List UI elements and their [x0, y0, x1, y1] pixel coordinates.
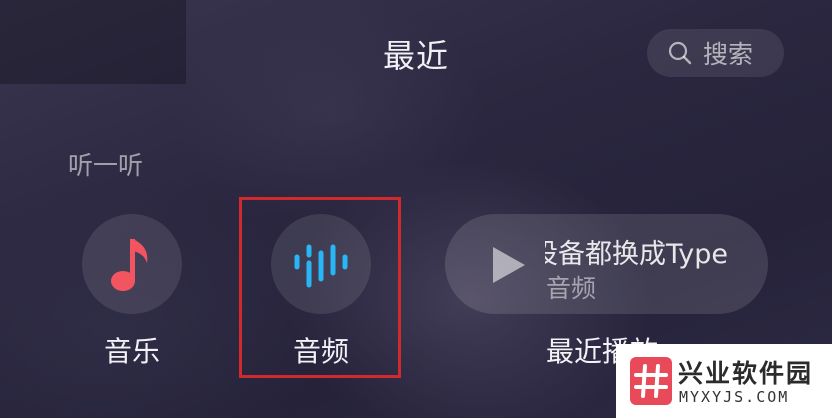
watermark: 兴业软件园 MYXYJS.COM: [616, 344, 832, 418]
brand-url: MYXYJS.COM: [679, 388, 790, 406]
search-button[interactable]: 搜索: [647, 29, 784, 77]
music-label: 音乐: [103, 335, 160, 368]
highlight-box: [239, 197, 401, 378]
search-icon: [668, 41, 692, 65]
recent-track-subtitle: 音频: [546, 274, 597, 303]
recent-track-title: 设备都换成Type: [545, 239, 729, 270]
music-note-icon: [111, 239, 148, 291]
brand-name: 兴业软件园: [678, 359, 814, 388]
brand-logo-icon: [630, 357, 672, 405]
play-icon: [493, 247, 525, 283]
recent-play-card[interactable]: 设备都换成Type 音频: [445, 214, 768, 314]
search-label: 搜索: [703, 40, 754, 69]
section-label: 听一听: [68, 151, 144, 180]
music-button[interactable]: [82, 214, 182, 314]
